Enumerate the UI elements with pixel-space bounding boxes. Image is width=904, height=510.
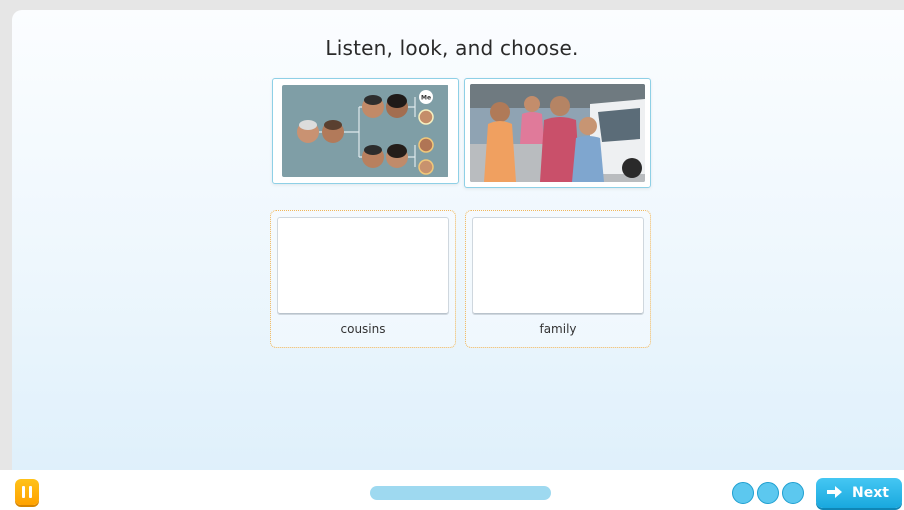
drop-target-family[interactable]: family [465, 210, 651, 348]
instruction-title: Listen, look, and choose. [325, 36, 579, 60]
family-tree-illustration: Me [282, 85, 448, 177]
drop-label-cousins: cousins [340, 322, 386, 336]
pause-button[interactable] [15, 479, 39, 505]
drop-slot-cousins[interactable] [277, 217, 449, 315]
image-card-family-photo[interactable] [464, 78, 651, 188]
drop-target-cousins[interactable]: cousins [270, 210, 456, 348]
step-indicator-1 [732, 482, 754, 504]
drop-label-family: family [539, 322, 577, 336]
family-photo-illustration [470, 84, 645, 182]
next-button[interactable]: Next [816, 478, 902, 508]
arrow-right-icon [826, 484, 844, 504]
family-photo-image [470, 84, 645, 182]
image-card-family-tree[interactable]: Me [272, 78, 459, 184]
progress-bar [370, 486, 551, 500]
step-indicator-3 [782, 482, 804, 504]
me-label: Me [421, 95, 431, 102]
step-indicator-2 [757, 482, 779, 504]
drop-slot-family[interactable] [472, 217, 644, 315]
family-tree-image: Me [282, 85, 449, 177]
next-label: Next [852, 485, 889, 501]
